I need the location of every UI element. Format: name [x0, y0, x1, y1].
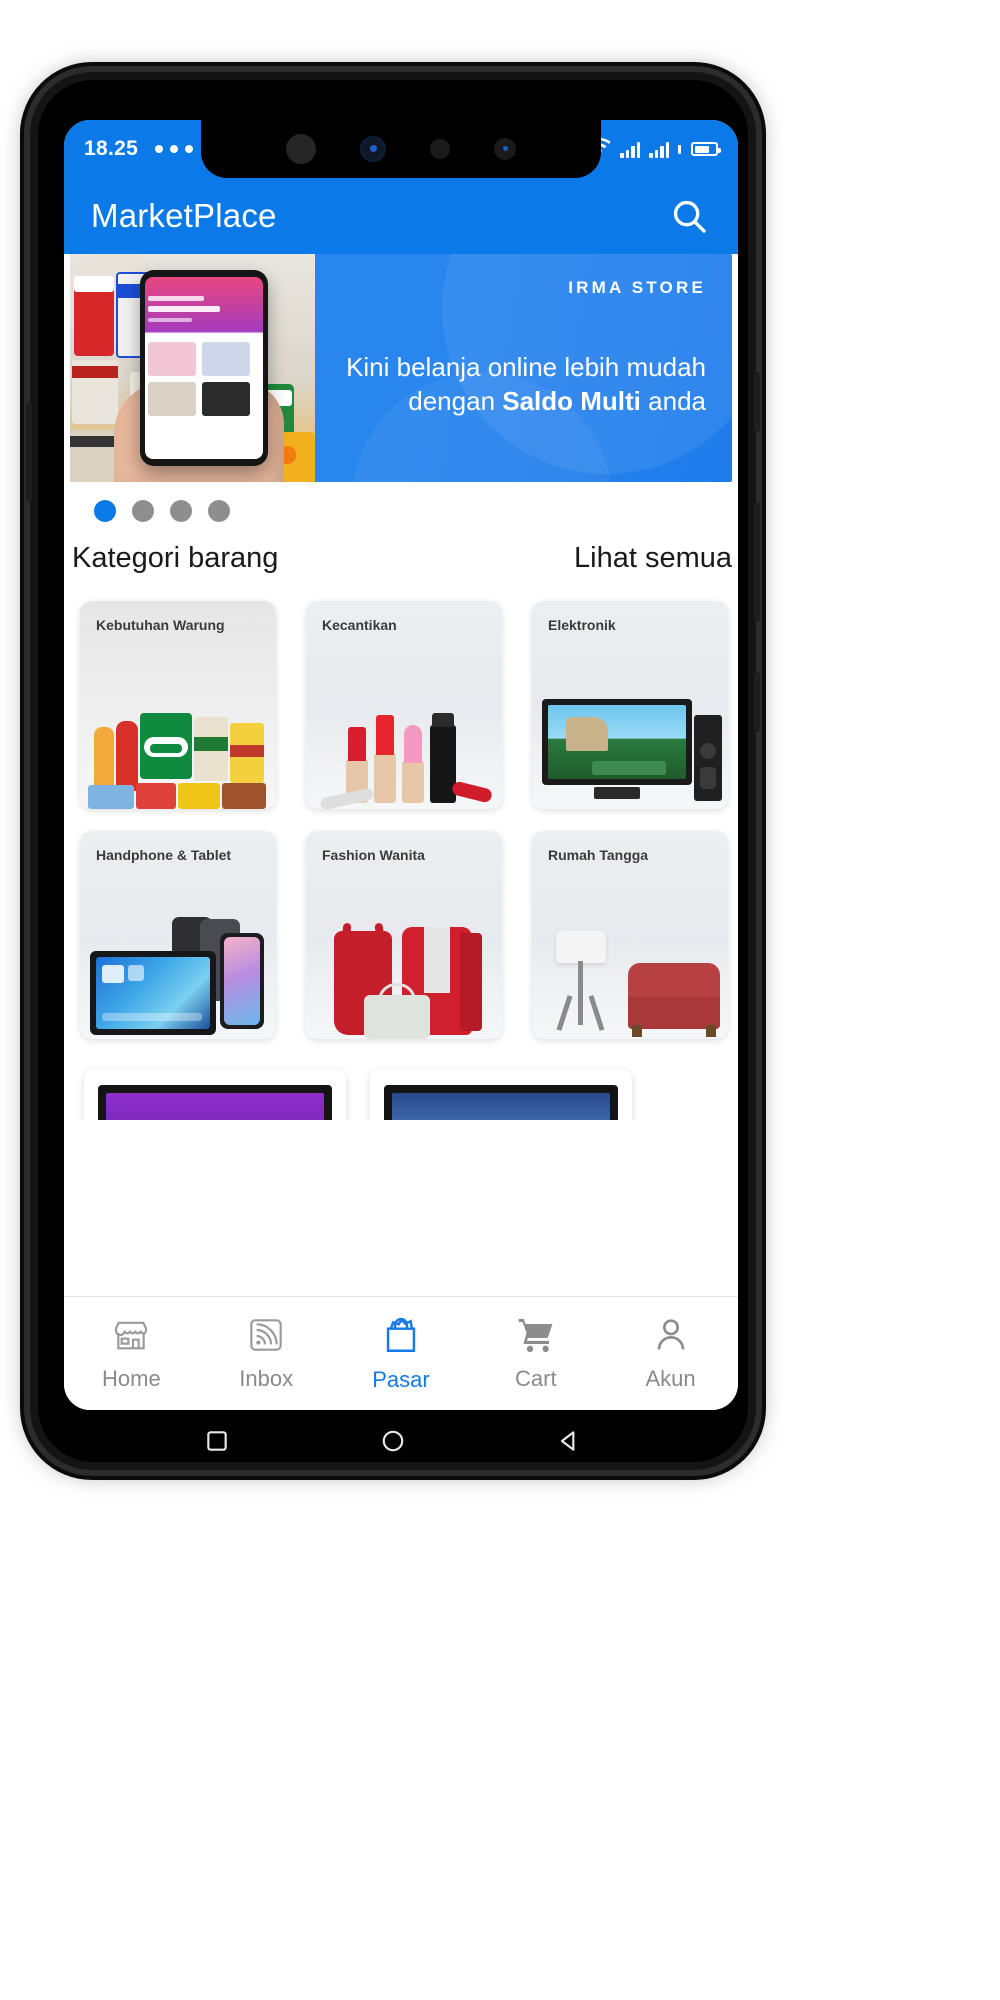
page-title: MarketPlace	[91, 197, 277, 234]
shopping-bag-icon	[380, 1314, 422, 1361]
nav-item-label: Home	[102, 1366, 161, 1391]
category-card-kecantikan[interactable]: Kecantikan	[306, 601, 502, 809]
category-card-label: Rumah Tangga	[548, 847, 649, 863]
promo-carousel[interactable]: IRMA STORE Kini belanja online lebih mud…	[64, 254, 738, 482]
category-card-fashion-wanita[interactable]: Fashion Wanita	[306, 831, 502, 1039]
category-grid[interactable]: Kebutuhan Warung Kecantikan Elektronik H…	[64, 575, 738, 1120]
banner-line2-strong: Saldo Multi	[502, 386, 641, 417]
banner-line-1: Kini belanja online lebih mudah	[346, 352, 706, 382]
camera-notch	[201, 120, 601, 178]
inbox-waves-icon	[246, 1315, 286, 1360]
product-card[interactable]	[84, 1069, 346, 1120]
phones-illustration	[80, 889, 276, 1039]
product-card[interactable]	[370, 1069, 632, 1120]
status-time: 18.25	[84, 137, 139, 160]
fashion-illustration	[306, 889, 502, 1039]
proximity-sensor-icon	[430, 139, 450, 159]
see-all-link[interactable]: Lihat semua	[574, 542, 732, 575]
person-icon	[651, 1315, 691, 1360]
nav-item-cart[interactable]: Cart	[468, 1315, 603, 1392]
category-card-elektronik[interactable]: Elektronik	[532, 601, 728, 809]
banner-text: Kini belanja online lebih mudah dengan S…	[346, 350, 706, 419]
nav-item-inbox[interactable]: Inbox	[199, 1315, 334, 1392]
search-icon[interactable]	[667, 194, 711, 238]
status-bar-right	[587, 137, 721, 161]
signal-bars-icon	[620, 141, 640, 158]
carousel-dot-4[interactable]	[208, 500, 230, 522]
tv-illustration	[532, 659, 728, 809]
phone-bezel: 18.25 MarketPlace IRMA STORE Kini belanj…	[38, 80, 748, 1462]
banner-line-2: dengan Saldo Multi anda	[346, 384, 706, 418]
category-card-rumah-tangga[interactable]: Rumah Tangga	[532, 831, 728, 1039]
carousel-dot-2[interactable]	[132, 500, 154, 522]
status-bar-left: 18.25	[84, 137, 194, 161]
carousel-dot-1[interactable]	[94, 500, 116, 522]
bottom-navigation: Home Inbox Pasar Cart Akun	[64, 1296, 738, 1410]
banner-phone-screen	[145, 277, 263, 459]
promo-banner-slide[interactable]: IRMA STORE Kini belanja online lebih mud…	[70, 254, 732, 482]
nav-item-label: Pasar	[372, 1367, 430, 1392]
banner-grocery-collage	[70, 254, 315, 482]
battery-icon	[691, 142, 721, 156]
category-card-handphone-tablet[interactable]: Handphone & Tablet	[80, 831, 276, 1039]
shopping-cart-icon	[515, 1315, 557, 1360]
cosmetics-illustration	[306, 659, 502, 809]
product-image-inner	[106, 1093, 324, 1120]
category-row: Kebutuhan Warung Kecantikan Elektronik	[64, 601, 738, 809]
app-bar: MarketPlace	[64, 178, 738, 254]
store-icon	[111, 1315, 151, 1360]
banner-phone-illustration	[140, 270, 268, 466]
square-recents-icon[interactable]	[204, 1428, 230, 1454]
category-card-label: Handphone & Tablet	[96, 847, 232, 863]
section-title: Kategori barang	[72, 542, 279, 574]
category-card-label: Kecantikan	[322, 617, 397, 633]
circle-home-icon[interactable]	[380, 1428, 406, 1454]
nav-item-pasar[interactable]: Pasar	[334, 1314, 469, 1393]
furniture-illustration	[532, 889, 728, 1039]
volume-down-button[interactable]	[754, 672, 760, 732]
phone-device-frame: 18.25 MarketPlace IRMA STORE Kini belanj…	[26, 72, 760, 1470]
ir-camera-icon	[360, 136, 386, 162]
nav-item-label: Cart	[515, 1366, 557, 1391]
battery-tip-icon	[678, 144, 681, 154]
assistant-button[interactable]	[26, 402, 32, 502]
banner-store-name: IRMA STORE	[568, 278, 706, 297]
product-image-inner	[392, 1093, 610, 1120]
category-card-label: Elektronik	[548, 617, 616, 633]
nav-item-label: Akun	[645, 1366, 696, 1391]
nav-item-label: Inbox	[239, 1366, 294, 1391]
category-card-label: Kebutuhan Warung	[96, 617, 225, 633]
nav-item-akun[interactable]: Akun	[603, 1315, 738, 1392]
banner-line2-post: anda	[640, 386, 706, 417]
front-camera-icon	[286, 134, 316, 164]
depth-camera-icon	[494, 138, 516, 160]
carousel-indicator	[64, 482, 738, 534]
power-button[interactable]	[754, 502, 760, 622]
product-list[interactable]	[64, 1061, 738, 1120]
banner-line2-pre: dengan	[408, 386, 503, 417]
category-card-label: Fashion Wanita	[322, 847, 425, 863]
carousel-dot-3[interactable]	[170, 500, 192, 522]
category-row: Handphone & Tablet Fashion Wanita Rumah …	[64, 831, 738, 1039]
category-card-kebutuhan-warung[interactable]: Kebutuhan Warung	[80, 601, 276, 809]
grocery-illustration	[80, 659, 276, 809]
android-system-nav	[64, 1410, 722, 1462]
triangle-back-icon[interactable]	[556, 1428, 582, 1454]
volume-up-button[interactable]	[754, 372, 760, 432]
more-dots-icon	[155, 145, 194, 153]
signal-bars-icon	[649, 141, 669, 158]
phone-screen: 18.25 MarketPlace IRMA STORE Kini belanj…	[64, 120, 738, 1410]
category-section-header: Kategori barang Lihat semua	[64, 534, 738, 575]
nav-item-home[interactable]: Home	[64, 1315, 199, 1392]
